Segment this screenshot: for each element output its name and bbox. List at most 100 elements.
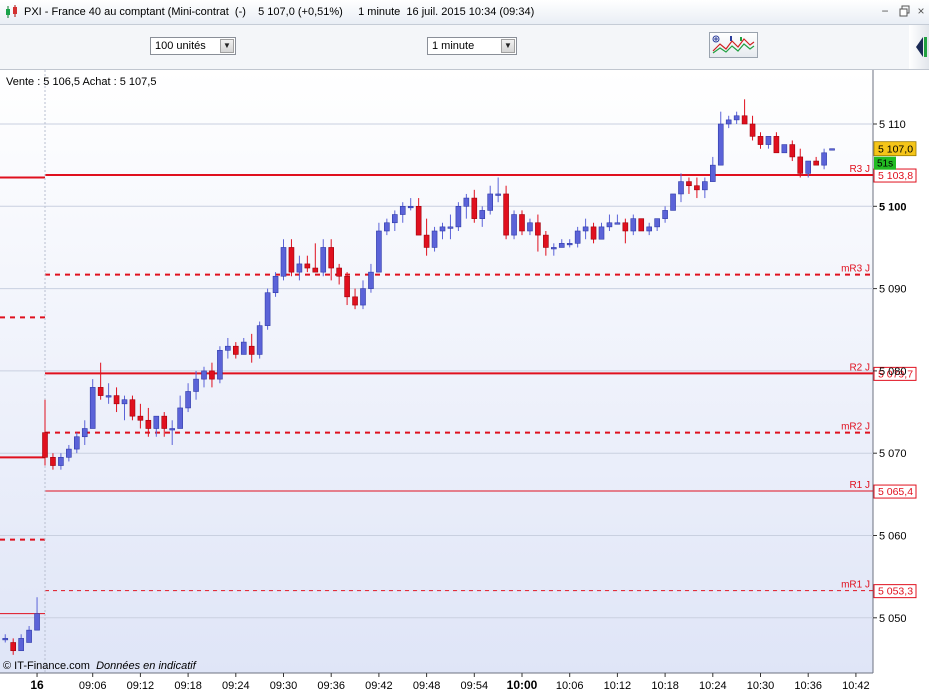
candle-body	[630, 218, 637, 232]
last-price-label: 5 107,0	[878, 144, 913, 156]
x-tick-label: 16	[30, 678, 44, 691]
x-tick-label: 10:42	[842, 680, 870, 691]
candle-body	[781, 144, 788, 154]
x-tick-label: 10:18	[651, 680, 679, 691]
candlestick-app-icon	[6, 5, 17, 18]
candle-body	[18, 638, 24, 652]
candle-body	[74, 436, 80, 450]
candle-body	[153, 415, 160, 429]
pivot-name: R1 J	[849, 480, 870, 491]
candle-body	[415, 206, 422, 236]
candle-body	[58, 457, 64, 466]
candle-body	[606, 222, 613, 228]
x-tick-label: 09:12	[127, 680, 155, 691]
candle-body	[487, 193, 494, 211]
candle-body	[50, 457, 56, 466]
pivot-value-label: 5 053,3	[878, 586, 913, 598]
candle-body	[797, 156, 804, 174]
x-tick-label: 09:42	[365, 680, 393, 691]
bid-ask-readout: Vente : 5 106,5 Achat : 5 107,5	[6, 76, 157, 88]
y-tick-label: 5 060	[879, 531, 907, 543]
pivot-name: R3 J	[849, 164, 870, 175]
x-tick-label: 09:06	[79, 680, 107, 691]
minimize-button[interactable]: −	[878, 4, 892, 18]
x-tick-label: 10:12	[604, 680, 632, 691]
candle-body	[384, 222, 390, 232]
candle-body	[145, 419, 152, 429]
candle-body	[26, 629, 32, 643]
candle-body	[121, 399, 128, 405]
timeframe-value: 1 minute	[432, 40, 475, 52]
candle-body	[686, 181, 692, 187]
candle-body	[733, 115, 740, 121]
pivot-name: mR2 J	[841, 422, 870, 433]
candle-body	[741, 115, 748, 125]
candle-body	[97, 387, 104, 396]
candle-body	[638, 218, 645, 232]
pivot-value-label: 5 065,4	[878, 486, 913, 498]
candle-body	[256, 325, 263, 355]
plot-background	[0, 70, 873, 673]
candle-body	[439, 226, 446, 232]
candle-body	[360, 288, 366, 306]
candle-body	[201, 370, 207, 380]
quantity-select[interactable]: 100 unités ▼	[150, 37, 236, 55]
indicators-button[interactable]	[709, 32, 758, 58]
candle-body	[34, 613, 40, 631]
price-chart[interactable]: R3 J5 103,8mR3 JR2 J5 079,7mR2 JR1 J5 06…	[0, 70, 929, 691]
candle-body	[399, 206, 406, 215]
x-tick-label: 09:36	[317, 680, 345, 691]
candle-body	[81, 428, 88, 438]
candle-body	[789, 144, 796, 158]
candle-body	[312, 267, 319, 273]
candle-body	[757, 136, 764, 145]
candle-body	[328, 247, 335, 269]
candle-body	[614, 222, 621, 225]
candle-body	[566, 243, 573, 246]
candle-body	[455, 206, 462, 228]
restore-icon	[899, 5, 910, 17]
x-tick-label: 09:48	[413, 680, 441, 691]
candle-body	[296, 263, 303, 273]
candle-body	[248, 345, 255, 355]
candle-body	[137, 415, 144, 421]
restore-button[interactable]	[898, 4, 912, 18]
candle-body	[550, 247, 557, 250]
candle-body	[447, 226, 454, 229]
candle-body	[511, 214, 517, 236]
candle-body	[407, 206, 414, 209]
candle-body	[66, 448, 72, 458]
pivot-name: mR1 J	[841, 580, 870, 591]
candle-body	[391, 214, 398, 224]
candle-body	[646, 226, 653, 232]
candle-body	[240, 341, 247, 355]
x-tick-label: 10:36	[794, 680, 822, 691]
y-tick-label: 5 100	[879, 201, 907, 213]
side-panel-toggle[interactable]	[909, 25, 929, 69]
candle-body	[821, 152, 827, 166]
source-footer: © IT-Finance.com Données en indicatif	[3, 660, 196, 672]
chevron-left-icon	[916, 37, 927, 57]
close-button[interactable]: ×	[914, 4, 928, 18]
candle-body	[765, 136, 772, 145]
candle-body	[662, 210, 668, 219]
y-tick-label: 5 110	[879, 119, 906, 131]
candle-body	[479, 210, 486, 219]
candle-body	[161, 415, 168, 429]
y-tick-label: 5 070	[879, 448, 907, 460]
candle-body	[89, 387, 96, 429]
candle-body	[10, 642, 16, 652]
candle-body	[471, 197, 478, 219]
candle-body	[288, 247, 295, 273]
title-bar: PXI - France 40 au comptant (Mini-contra…	[0, 0, 929, 25]
candle-body	[678, 181, 684, 195]
candle-body	[272, 275, 279, 294]
timer-label: 51s	[877, 159, 893, 170]
candle-body	[598, 226, 605, 240]
candle-body	[725, 119, 732, 125]
candle-body	[280, 247, 287, 277]
candle-body	[336, 267, 342, 277]
timeframe-select[interactable]: 1 minute ▼	[427, 37, 517, 55]
indicative-note: Données en indicatif	[96, 660, 196, 672]
candle-body	[264, 292, 271, 326]
